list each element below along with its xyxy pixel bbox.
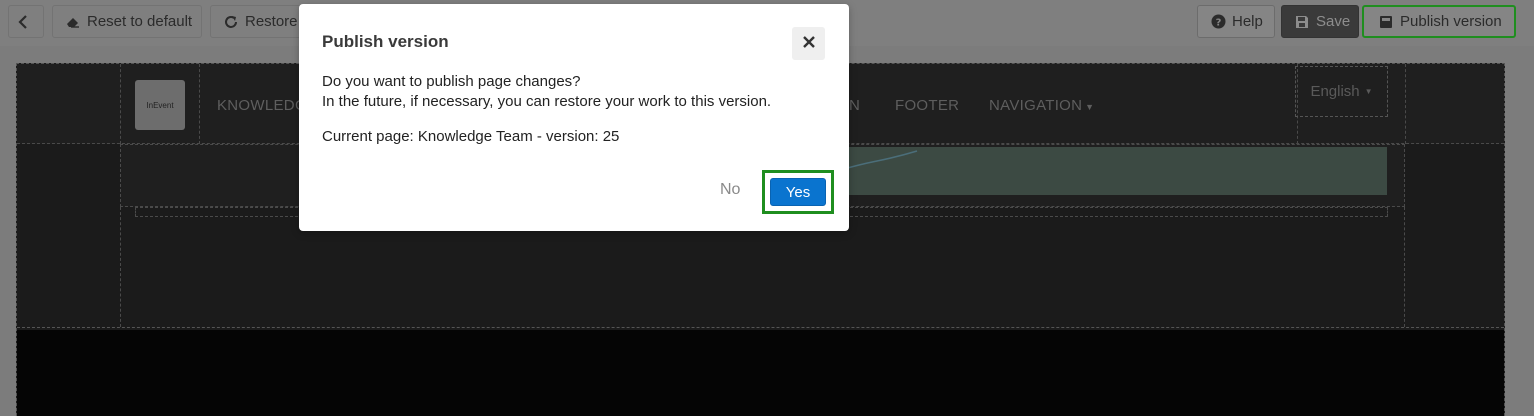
eraser-icon [65, 14, 81, 30]
preview-nav-item: NAVIGATION ▼ [989, 97, 1095, 114]
save-button[interactable]: Save [1281, 5, 1359, 38]
close-icon [802, 35, 815, 53]
dialog-current-page: Current page: Knowledge Team - version: … [322, 128, 620, 145]
save-label: Save [1316, 13, 1351, 30]
preview-nav-item: FOOTER [895, 97, 960, 114]
preview-footer [17, 330, 1504, 416]
caret-down-icon: ▼ [1082, 102, 1095, 112]
preview-nav-item: KNOWLEDG [217, 97, 307, 114]
preview-nav-item: N [849, 97, 861, 114]
help-label: Help [1232, 13, 1263, 30]
yes-button[interactable]: Yes [770, 178, 826, 206]
chevron-left-icon [15, 14, 31, 30]
floppy-disk-icon [1294, 14, 1310, 30]
yes-highlight: Yes [762, 170, 834, 214]
preview-language-select: English ▼ [1295, 66, 1388, 117]
book-icon [1378, 14, 1394, 30]
dialog-note: In the future, if necessary, you can res… [322, 93, 772, 110]
caret-down-icon: ▼ [1364, 87, 1373, 96]
publish-version-button[interactable]: Publish version [1362, 5, 1516, 38]
dialog-question: Do you want to publish page changes? [322, 73, 581, 90]
preview-banner-image [836, 147, 1387, 195]
publish-label: Publish version [1400, 13, 1502, 30]
reset-to-default-button[interactable]: Reset to default [52, 5, 202, 38]
restore-button[interactable]: Restore [210, 5, 310, 38]
back-button[interactable] [8, 5, 44, 38]
publish-version-dialog: Publish version Do you want to publish p… [299, 4, 849, 231]
dialog-body: Do you want to publish page changes? In … [322, 72, 771, 147]
preview-logo: InEvent [135, 80, 185, 130]
help-button[interactable]: ? Help [1197, 5, 1275, 38]
svg-text:?: ? [1215, 18, 1221, 29]
no-button[interactable]: No [720, 181, 740, 199]
question-circle-icon: ? [1210, 14, 1226, 30]
restore-label: Restore [245, 13, 298, 30]
close-button[interactable] [792, 27, 825, 60]
reset-label: Reset to default [87, 13, 193, 30]
refresh-icon [223, 14, 239, 30]
dialog-title: Publish version [322, 32, 449, 51]
